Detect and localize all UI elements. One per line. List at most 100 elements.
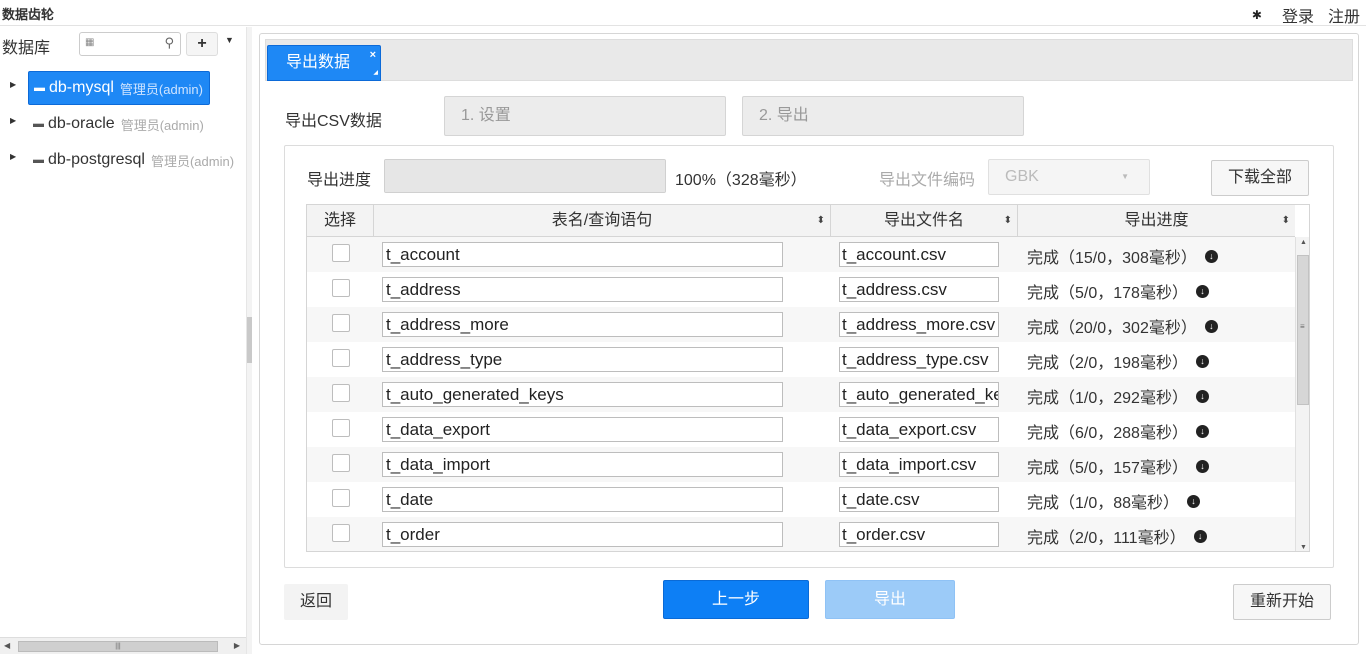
export-button[interactable]: 导出 [825, 580, 955, 619]
expand-arrow-icon[interactable]: ▶ [10, 116, 16, 125]
table-name-input[interactable]: t_date [382, 487, 783, 512]
download-icon[interactable]: ↓ [1195, 284, 1209, 298]
table-vertical-scrollbar[interactable]: ▲ ≡ ▼ [1295, 237, 1309, 551]
scroll-down-icon[interactable]: ▼ [1300, 544, 1307, 551]
database-tree: ▶ ▬ db-mysql 管理员(admin) ▶ ▬ db-oracle 管理… [0, 71, 246, 179]
encoding-label: 导出文件编码 [879, 172, 976, 189]
sort-icon[interactable]: ⬍ [1282, 205, 1290, 237]
column-header-select[interactable]: 选择 [307, 205, 374, 237]
database-role: 管理员(admin) [150, 153, 235, 169]
scroll-up-icon[interactable]: ▲ [1300, 239, 1307, 246]
export-status: 完成（2/0，198毫秒） ↓ [1027, 349, 1209, 373]
folder-icon: ▬ [34, 82, 45, 94]
table-row: t_address_more t_address_more.csv 完成（20/0，… [307, 307, 1295, 342]
status-text: 完成（1/0，88毫秒） [1027, 495, 1180, 512]
tab-export-data[interactable]: 导出数据 × ◢ [267, 45, 381, 81]
database-search-input[interactable]: ▦ ⚲ [79, 32, 181, 56]
tree-item-db-oracle[interactable]: ▶ ▬ db-oracle 管理员(admin) [0, 107, 246, 143]
scroll-right-icon[interactable]: ▶ [234, 641, 240, 650]
row-checkbox[interactable] [332, 244, 350, 262]
tree-node[interactable]: ▬ db-oracle 管理员(admin) [28, 107, 210, 141]
table-name-input[interactable]: t_data_export [382, 417, 783, 442]
file-name-input[interactable]: t_account.csv [839, 242, 999, 267]
scrollbar-thumb[interactable]: ≡ [1297, 255, 1309, 405]
expand-arrow-icon[interactable]: ▶ [10, 80, 16, 89]
add-database-button[interactable]: + [186, 32, 218, 56]
step-export[interactable]: 2. 导出 [742, 96, 1024, 136]
top-bar: 数据齿轮 ✱ 登录 注册 [0, 0, 1366, 26]
sidebar-horizontal-scrollbar[interactable]: ◀ ||| ▶ [0, 637, 246, 654]
top-right-actions: ✱ 登录 注册 [1252, 3, 1360, 27]
row-checkbox[interactable] [332, 419, 350, 437]
table-name-input[interactable]: t_data_import [382, 452, 783, 477]
file-name-input[interactable]: t_data_export.csv [839, 417, 999, 442]
row-checkbox[interactable] [332, 349, 350, 367]
file-name-input[interactable]: t_data_import.csv [839, 452, 999, 477]
register-link[interactable]: 注册 [1328, 3, 1360, 27]
section-title: 导出CSV数据 [285, 113, 382, 130]
table-row: t_account t_account.csv 完成（15/0，308毫秒） ↓ [307, 237, 1295, 272]
download-icon[interactable]: ↓ [1195, 354, 1209, 368]
export-status: 完成（2/0，111毫秒） ↓ [1027, 524, 1207, 548]
download-icon[interactable]: ↓ [1195, 389, 1209, 403]
splitter-grip[interactable] [247, 317, 252, 363]
tree-item-db-postgresql[interactable]: ▶ ▬ db-postgresql 管理员(admin) [0, 143, 246, 179]
download-all-button[interactable]: 下载全部 [1211, 160, 1309, 196]
file-name-input[interactable]: t_auto_generated_keys.csv [839, 382, 999, 407]
gear-icon[interactable]: ✱ [1252, 8, 1262, 22]
export-status: 完成（20/0，302毫秒） ↓ [1027, 314, 1218, 338]
previous-step-button[interactable]: 上一步 [663, 580, 809, 619]
encoding-select[interactable]: GBK ▼ [988, 159, 1150, 195]
download-icon[interactable]: ↓ [1187, 494, 1201, 508]
download-icon[interactable]: ↓ [1195, 459, 1209, 473]
encoding-value: GBK [1005, 168, 1039, 185]
row-checkbox[interactable] [332, 524, 350, 542]
file-name-input[interactable]: t_address.csv [839, 277, 999, 302]
table-name-input[interactable]: t_order [382, 522, 783, 547]
search-icon[interactable]: ⚲ [164, 35, 174, 51]
file-name-input[interactable]: t_date.csv [839, 487, 999, 512]
tree-node[interactable]: ▬ db-postgresql 管理员(admin) [28, 143, 240, 177]
row-checkbox[interactable] [332, 279, 350, 297]
file-name-input[interactable]: t_address_more.csv [839, 312, 999, 337]
row-checkbox[interactable] [332, 314, 350, 332]
column-header-table-name[interactable]: 表名/查询语句 ⬍ [374, 205, 831, 237]
sort-icon[interactable]: ⬍ [1004, 205, 1012, 237]
restart-button[interactable]: 重新开始 [1233, 584, 1331, 620]
column-header-file-name[interactable]: 导出文件名 ⬍ [831, 205, 1018, 237]
row-checkbox[interactable] [332, 454, 350, 472]
file-name-input[interactable]: t_order.csv [839, 522, 999, 547]
row-checkbox[interactable] [332, 384, 350, 402]
table-name-input[interactable]: t_account [382, 242, 783, 267]
download-icon[interactable]: ↓ [1195, 424, 1209, 438]
row-checkbox[interactable] [332, 489, 350, 507]
sort-icon[interactable]: ⬍ [817, 205, 825, 237]
table-name-input[interactable]: t_auto_generated_keys [382, 382, 783, 407]
database-role: 管理员(admin) [120, 117, 204, 133]
status-text: 完成（20/0，302毫秒） [1027, 320, 1197, 337]
table-name-input[interactable]: t_address [382, 277, 783, 302]
table-name-input[interactable]: t_address_more [382, 312, 783, 337]
step-settings[interactable]: 1. 设置 [444, 96, 726, 136]
scrollbar-thumb[interactable]: ||| [18, 641, 218, 652]
download-icon[interactable]: ↓ [1204, 249, 1218, 263]
export-status: 完成（5/0，178毫秒） ↓ [1027, 279, 1209, 303]
login-link[interactable]: 登录 [1282, 3, 1314, 27]
column-header-progress[interactable]: 导出进度 ⬍ [1018, 205, 1295, 237]
download-icon[interactable]: ↓ [1193, 529, 1207, 543]
table-row: t_data_export t_data_export.csv 完成（6/0，288… [307, 412, 1295, 447]
expand-arrow-icon[interactable]: ▶ [10, 152, 16, 161]
database-name: db-oracle [48, 115, 115, 132]
tree-item-db-mysql[interactable]: ▶ ▬ db-mysql 管理员(admin) [0, 71, 246, 107]
scroll-left-icon[interactable]: ◀ [4, 641, 10, 650]
download-icon[interactable]: ↓ [1204, 319, 1218, 333]
panel-splitter[interactable] [246, 27, 252, 654]
database-name: db-mysql [49, 79, 114, 96]
file-name-input[interactable]: t_address_type.csv [839, 347, 999, 372]
table-name-input[interactable]: t_address_type [382, 347, 783, 372]
tree-node[interactable]: ▬ db-mysql 管理员(admin) [28, 71, 210, 105]
column-title: 表名/查询语句 [551, 212, 653, 229]
export-box: 导出进度 100%（328毫秒） 导出文件编码 GBK ▼ 下载全部 选择 表名… [284, 145, 1334, 568]
back-button[interactable]: 返回 [284, 584, 348, 620]
chevron-down-icon[interactable]: ▼ [225, 35, 234, 45]
